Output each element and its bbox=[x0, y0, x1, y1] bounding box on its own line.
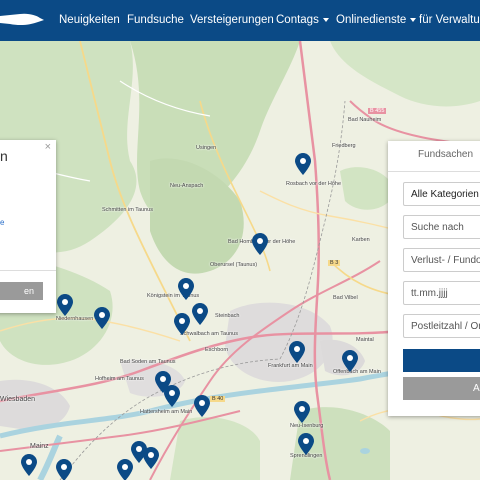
place-label: Hofheim am Taunus bbox=[95, 376, 144, 382]
place-label: Bad Vilbel bbox=[333, 295, 358, 301]
location-input[interactable]: Verlust- / Fundort bbox=[403, 248, 480, 272]
place-label: Oberursel (Taunus) bbox=[210, 262, 258, 268]
nav-label: Neuigkeiten bbox=[59, 14, 120, 26]
secondary-button[interactable]: A bbox=[403, 377, 480, 400]
logo[interactable] bbox=[0, 8, 46, 32]
map-marker-icon[interactable] bbox=[143, 447, 159, 469]
map-marker-icon[interactable] bbox=[57, 294, 73, 316]
map-marker-icon[interactable] bbox=[289, 341, 305, 363]
road-shield: B 40 bbox=[210, 396, 226, 402]
place-label: Schmitten im Taunus bbox=[102, 207, 153, 213]
divider bbox=[0, 270, 56, 271]
caret-down-icon bbox=[322, 17, 329, 22]
postcode-input[interactable]: Postleitzahl / Ort bbox=[403, 314, 480, 338]
nav-label: Contags bbox=[276, 14, 319, 26]
place-label: Friedberg bbox=[332, 143, 356, 149]
map-marker-icon[interactable] bbox=[298, 433, 314, 455]
nav-versteigerungen[interactable]: Versteigerungen bbox=[190, 0, 274, 41]
map-marker-icon[interactable] bbox=[56, 459, 72, 480]
place-label: Bad Nauheim bbox=[348, 117, 382, 123]
road-shield: B 455 bbox=[368, 108, 387, 114]
nav-label: Onlinedienste bbox=[336, 14, 407, 26]
place-label: Steinbach bbox=[215, 313, 240, 319]
nav-label: Versteigerungen bbox=[190, 14, 274, 26]
map-marker-icon[interactable] bbox=[21, 454, 37, 476]
divider bbox=[388, 171, 480, 172]
map-marker-icon[interactable] bbox=[192, 303, 208, 325]
nav-fundsuche[interactable]: Fundsuche bbox=[127, 0, 184, 41]
place-label: Wiesbaden bbox=[0, 396, 36, 403]
place-label: Bad Soden am Taunus bbox=[120, 359, 176, 365]
map-marker-icon[interactable] bbox=[94, 307, 110, 329]
road-shield: B 3 bbox=[328, 260, 341, 266]
place-label: Neu-Anspach bbox=[170, 183, 204, 189]
nav-contags[interactable]: Contags bbox=[276, 0, 329, 41]
nav-label: Fundsuche bbox=[127, 14, 184, 26]
popup-link[interactable]: e bbox=[0, 218, 4, 227]
map-marker-icon[interactable] bbox=[174, 313, 190, 335]
search-input[interactable]: Suche nach bbox=[403, 215, 480, 239]
place-label: Karben bbox=[352, 237, 370, 243]
category-select[interactable]: Alle Kategorien bbox=[403, 182, 480, 206]
map-marker-icon[interactable] bbox=[342, 350, 358, 372]
place-label: Niedernhausen bbox=[56, 316, 94, 322]
popup-title: n bbox=[0, 148, 8, 164]
search-button[interactable] bbox=[403, 349, 480, 372]
place-label: Eschborn bbox=[205, 347, 229, 353]
place-label: Neu-Isenburg bbox=[290, 423, 324, 429]
tab-fundsachen[interactable]: Fundsachen bbox=[418, 149, 473, 160]
place-label: Hattersheim am Main bbox=[140, 409, 193, 415]
map-marker-icon[interactable] bbox=[178, 278, 194, 300]
map-marker-icon[interactable] bbox=[164, 385, 180, 407]
map-marker-icon[interactable] bbox=[295, 153, 311, 175]
nav-neuigkeiten[interactable]: Neuigkeiten bbox=[59, 0, 120, 41]
nav-onlinedienste[interactable]: Onlinedienste bbox=[336, 0, 417, 41]
popup-button[interactable]: en bbox=[0, 282, 43, 300]
close-icon[interactable]: × bbox=[45, 141, 51, 153]
nav-label: für Verwaltung bbox=[419, 14, 480, 26]
place-label: Rosbach vor der Höhe bbox=[286, 181, 342, 187]
place-label: Frankfurt am Main bbox=[268, 363, 313, 369]
place-label: Usingen bbox=[196, 145, 217, 151]
map-marker-icon[interactable] bbox=[194, 395, 210, 417]
date-input[interactable]: tt.mm.jjjj bbox=[403, 281, 480, 305]
search-panel: Fundsachen Alle Kategorien Suche nach Ve… bbox=[388, 141, 480, 416]
map-marker-icon[interactable] bbox=[294, 401, 310, 423]
map-marker-icon[interactable] bbox=[252, 233, 268, 255]
map-marker-icon[interactable] bbox=[117, 459, 133, 480]
place-label: Maintal bbox=[356, 337, 374, 343]
top-navbar: Neuigkeiten Fundsuche Versteigerungen Co… bbox=[0, 0, 480, 41]
caret-down-icon bbox=[410, 17, 417, 22]
info-popup: n × e en bbox=[0, 140, 56, 313]
place-label: Mainz bbox=[30, 443, 49, 450]
nav-fuer-verwaltung[interactable]: für Verwaltung bbox=[419, 0, 480, 41]
